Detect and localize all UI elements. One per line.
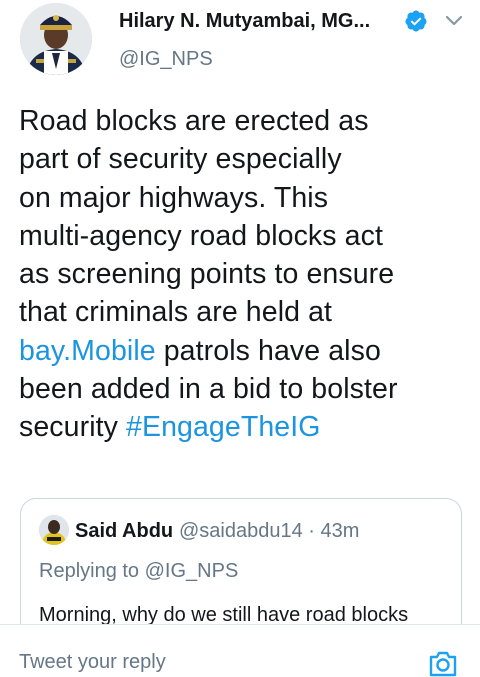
tweet-line: that criminals are held at — [19, 293, 464, 331]
tweet-line: bay.Mobile patrols have also — [19, 332, 464, 370]
author-avatar[interactable] — [20, 3, 92, 75]
quoted-replying-to: Replying to @IG_NPS — [39, 560, 239, 582]
author-name[interactable]: Hilary N. Mutyambai, MG... — [119, 10, 370, 33]
tweet-link[interactable]: #EngageTheIG — [126, 411, 321, 443]
chevron-down-icon[interactable] — [441, 9, 467, 33]
tweet-link[interactable]: bay.Mobile — [19, 335, 156, 367]
verified-badge-icon — [405, 10, 427, 32]
tweet-header: Hilary N. Mutyambai, MG... @IG_NPS — [0, 0, 480, 90]
tweet-line: as screening points to ensure — [19, 255, 464, 293]
tweet-text-segment: part of security especially — [19, 143, 342, 176]
camera-icon[interactable] — [427, 649, 459, 677]
reply-bar — [0, 624, 480, 677]
tweet-line: been added in a bid to bolster — [19, 370, 464, 408]
tweet-body: Road blocks are erected as part of securi… — [19, 102, 464, 447]
tweet-text-segment: been added in a bid to bolster — [19, 373, 398, 406]
tweet-text-segment: patrols have also — [155, 334, 381, 367]
tweet-line: part of security especially — [19, 140, 464, 178]
tweet-text-segment: multi-agency road blocks act — [19, 219, 383, 252]
tweet-text-segment: security — [19, 411, 127, 444]
quoted-author-meta: @saidabdu14 · 43m — [179, 520, 360, 542]
quoted-author-name[interactable]: Said Abdu — [75, 520, 173, 543]
tweet-text-segment: that criminals are held at — [19, 296, 333, 329]
tweet-line: multi-agency road blocks act — [19, 217, 464, 255]
tweet-text-segment: Road blocks are erected as — [19, 105, 369, 137]
quoted-author-avatar[interactable] — [39, 515, 69, 545]
tweet-line: on major highways. This — [19, 179, 464, 217]
author-handle[interactable]: @IG_NPS — [119, 48, 213, 71]
tweet-line: Road blocks are erected as — [19, 102, 464, 140]
tweet-text-segment: on major highways. This — [19, 181, 329, 214]
tweet-line: security #EngageTheIG — [19, 408, 464, 446]
tweet-text-segment: as screening points to ensure — [19, 258, 395, 291]
